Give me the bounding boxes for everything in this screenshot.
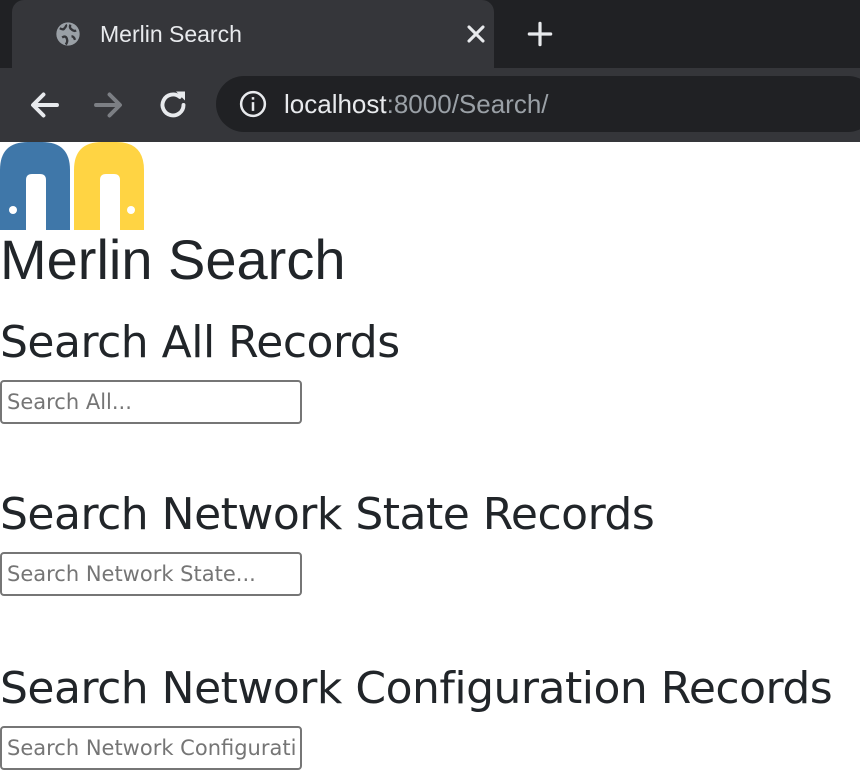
url-host: localhost [284, 89, 387, 119]
reload-icon[interactable] [155, 87, 191, 123]
search-network-configuration-heading: Search Network Configuration Records [0, 663, 833, 714]
url-text[interactable]: localhost:8000/Search/ [284, 88, 549, 120]
search-network-configuration-input[interactable] [0, 726, 302, 770]
search-network-state-heading: Search Network State Records [0, 489, 655, 540]
merlin-logo [0, 142, 144, 230]
search-all-heading: Search All Records [0, 317, 400, 368]
info-icon[interactable] [238, 89, 268, 119]
search-network-state-input[interactable] [0, 552, 302, 596]
search-all-input[interactable] [0, 380, 302, 424]
browser-tab-bar: Merlin Search [0, 0, 860, 68]
close-tab-icon[interactable] [462, 20, 490, 48]
browser-tab[interactable]: Merlin Search [12, 0, 494, 68]
forward-arrow-icon[interactable] [90, 87, 126, 123]
address-bar[interactable]: localhost:8000/Search/ [216, 76, 860, 132]
page-content: Merlin Search Search All Records Search … [0, 142, 860, 782]
back-arrow-icon[interactable] [27, 87, 63, 123]
globe-icon [56, 22, 80, 46]
browser-toolbar: localhost:8000/Search/ [0, 68, 860, 142]
url-path: :8000/Search/ [386, 89, 549, 119]
tab-title: Merlin Search [100, 21, 242, 47]
plus-icon[interactable] [524, 18, 556, 50]
page-title: Merlin Search [0, 228, 346, 291]
